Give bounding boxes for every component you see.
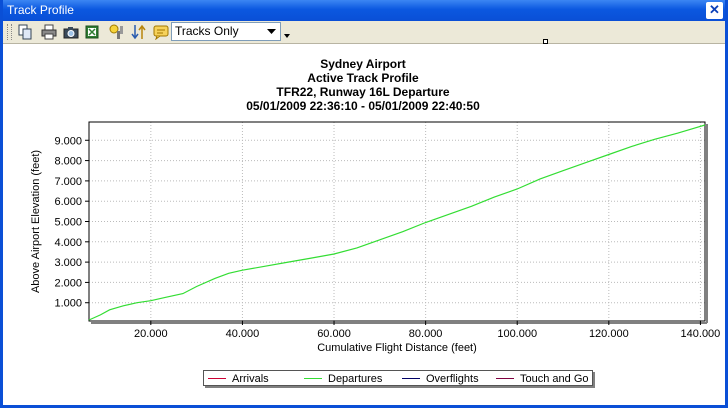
close-button[interactable]: ✕ <box>706 2 723 19</box>
x-tick-label: 100.000 <box>497 328 537 340</box>
track-profile-window: Track Profile ✕ Tracks Only Sydney Airpo… <box>0 0 728 408</box>
chart-title-line: Sydney Airport <box>320 57 406 71</box>
y-tick-label: 3.000 <box>54 257 82 269</box>
toolbar: Tracks Only <box>3 21 725 44</box>
copy-icon[interactable] <box>17 24 33 40</box>
chart-title-line: 05/01/2009 22:36:10 - 05/01/2009 22:40:5… <box>246 99 480 113</box>
track-filter-value: Tracks Only <box>175 24 239 38</box>
x-tick-label: 20.000 <box>134 328 168 340</box>
plot-frame <box>88 121 706 322</box>
toolbar-overflow-icon[interactable] <box>284 30 290 40</box>
print-icon[interactable] <box>41 24 57 40</box>
chart-title-line: TFR22, Runway 16L Departure <box>276 85 449 99</box>
legend-swatch-touch-and-go <box>496 378 514 379</box>
track-filter-select[interactable]: Tracks Only <box>171 22 281 41</box>
y-tick-label: 2.000 <box>54 277 82 289</box>
close-icon: ✕ <box>709 2 720 17</box>
y-tick-label: 7.000 <box>54 176 82 188</box>
x-tick-label: 80.000 <box>409 328 443 340</box>
chevron-down-icon[interactable] <box>264 23 280 40</box>
legend-shadow <box>205 386 595 388</box>
y-axis-label: Above Airport Elevation (feet) <box>30 150 42 293</box>
x-tick-label: 60.000 <box>317 328 351 340</box>
legend-swatch-arrivals <box>208 378 226 379</box>
legend-swatch-departures <box>304 378 322 379</box>
legend-label: Touch and Go <box>520 373 589 385</box>
legend-label: Arrivals <box>232 373 269 385</box>
x-tick-label: 40.000 <box>226 328 260 340</box>
legend-label: Departures <box>328 373 383 385</box>
legend-label: Overflights <box>426 373 479 385</box>
comment-icon[interactable] <box>153 24 169 41</box>
sort-icon[interactable] <box>131 24 147 40</box>
camera-icon[interactable] <box>63 24 79 40</box>
y-tick-label: 6.000 <box>54 196 82 208</box>
chart-legend: Arrivals Departures Overflights Touch an… <box>203 370 593 386</box>
legend-swatch-overflights <box>402 378 420 379</box>
y-tick-label: 4.000 <box>54 237 82 249</box>
chart-title-line: Active Track Profile <box>307 71 419 85</box>
y-tick-label: 9.000 <box>54 135 82 147</box>
title-bar: Track Profile ✕ <box>3 0 725 21</box>
chart-area: Sydney Airport Active Track Profile TFR22,… <box>3 44 725 408</box>
settings-icon[interactable] <box>109 24 125 40</box>
y-tick-label: 5.000 <box>54 217 82 229</box>
window-title: Track Profile <box>7 3 74 17</box>
toolbar-grip[interactable] <box>7 24 12 40</box>
x-tick-label: 140.000 <box>681 328 721 340</box>
series-line-departures <box>88 124 706 321</box>
x-axis-label: Cumulative Flight Distance (feet) <box>317 342 477 354</box>
x-tick-label: 120.000 <box>589 328 629 340</box>
export-icon[interactable] <box>85 24 101 40</box>
legend-shadow-side <box>593 372 595 388</box>
y-tick-label: 8.000 <box>54 156 82 168</box>
y-tick-label: 1.000 <box>54 298 82 310</box>
track-profile-chart: Sydney AirportActive Track ProfileTFR22,… <box>30 57 721 354</box>
